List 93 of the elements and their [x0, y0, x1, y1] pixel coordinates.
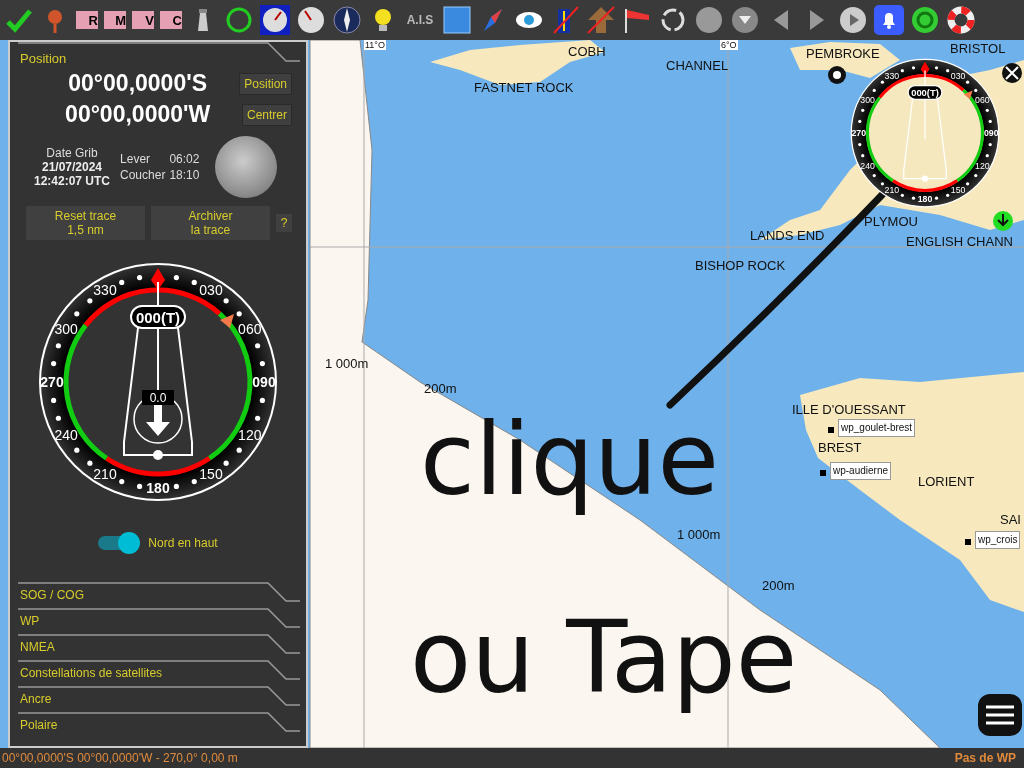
bell-icon[interactable] [874, 5, 904, 35]
handwritten-text: ou Tape [410, 600, 798, 715]
expand-icon[interactable] [1001, 62, 1023, 84]
dial-label: 240 [860, 161, 875, 172]
depth-label: 200m [762, 578, 795, 594]
section-header[interactable]: Position [10, 42, 316, 70]
crossed-out-icon[interactable] [550, 5, 580, 35]
chart-button[interactable]: R [76, 11, 98, 29]
ais-button[interactable]: A.I.S [404, 5, 436, 35]
crosshair-icon[interactable] [826, 64, 848, 86]
heading-readout: 000(T) [135, 309, 181, 326]
latitude-readout: 00°00,0000'S [67, 70, 208, 97]
sphere-icon[interactable] [694, 5, 724, 35]
heading-readout: 000(T) [911, 88, 939, 99]
section-header[interactable]: Ancre [10, 686, 306, 712]
chart-button[interactable]: M [104, 11, 126, 29]
speed-readout: 0.0 [149, 391, 167, 405]
dial-label: 270 [851, 128, 867, 139]
gauge-icon[interactable] [260, 5, 290, 35]
dial-label: 090 [252, 374, 276, 390]
depth-label: 1 000m [677, 527, 721, 543]
help-button[interactable]: ? [276, 214, 292, 232]
moonrise-label: Lever [120, 152, 152, 166]
north-up-label: Nord en haut [148, 536, 218, 550]
center-button[interactable]: Centrer [242, 103, 292, 126]
chart-button[interactable]: C [160, 11, 182, 29]
compass-icon[interactable] [332, 5, 362, 35]
dial-label: 240 [54, 427, 78, 443]
place-label: PEMBROKE [806, 46, 880, 62]
longitude-label: 6°O [720, 40, 738, 50]
section-header[interactable]: WP [10, 608, 306, 634]
section-header[interactable]: Constellations de satellites [10, 660, 306, 686]
down-button-icon[interactable] [730, 5, 760, 35]
dial-label: 300 [860, 95, 875, 105]
status-waypoint: Pas de WP [954, 751, 1016, 765]
moonset-label: Coucher [120, 168, 166, 182]
target-icon[interactable] [910, 5, 940, 35]
menu-icon[interactable] [978, 694, 1022, 736]
depth-label: 1 000m [325, 356, 369, 372]
longitude-readout: 00°00,0000'W [64, 101, 212, 128]
dial-label: 150 [199, 465, 223, 482]
archive-trace-button[interactable]: Archiver la trace [151, 206, 270, 240]
dial-label: 120 [975, 161, 990, 172]
waypoint-marker[interactable] [828, 427, 834, 433]
dial-label: 330 [93, 282, 117, 299]
download-icon[interactable] [992, 210, 1014, 232]
dial-label: 180 [146, 480, 170, 496]
dial-label: 030 [199, 282, 223, 299]
place-label: CHANNEL [666, 58, 729, 74]
dial-label: 030 [950, 70, 966, 81]
place-label: ENGLISH CHANN [906, 234, 1013, 250]
dial-label: 300 [54, 321, 78, 337]
grib-time: 12:42:07 UTC [34, 174, 111, 188]
dial-label: 060 [238, 321, 262, 337]
section-header[interactable]: SOG / COG [10, 582, 306, 608]
up-arrow-icon[interactable] [586, 5, 616, 35]
dial-label: 120 [238, 427, 262, 443]
waypoint-marker[interactable] [820, 470, 826, 476]
place-label: COBH [568, 44, 606, 60]
moonrise-time: 06:02 [169, 152, 200, 166]
lifebuoy-icon[interactable] [946, 5, 976, 35]
dial-label: 330 [884, 70, 900, 81]
moonset-time: 18:10 [169, 168, 200, 182]
place-label: FASTNET ROCK [474, 80, 574, 96]
place-label: SAI [1000, 512, 1021, 528]
waypoint-marker[interactable] [965, 539, 971, 545]
dial-label: 210 [93, 465, 117, 482]
reset-trace-button[interactable]: Reset trace 1,5 nm [26, 206, 145, 240]
place-label: BREST [818, 440, 862, 456]
dial-label: 210 [884, 185, 900, 196]
longitude-label: 11°O [364, 40, 386, 50]
square-icon[interactable] [442, 5, 472, 35]
waypoint-label: wp_goulet-brest [838, 419, 916, 437]
section-header[interactable]: NMEA [10, 634, 306, 660]
ring-icon[interactable] [224, 5, 254, 35]
dial-label: 150 [950, 185, 966, 196]
waypoint-label: wp-audierne [830, 462, 892, 480]
status-position: 00°00,0000'S 00°00,0000'W - 270,0° 0,00 m [2, 751, 238, 765]
place-label: LORIENT [918, 474, 975, 490]
section-header[interactable]: Polaire [10, 712, 306, 738]
gauge-icon[interactable] [296, 5, 326, 35]
position-button[interactable]: Position [239, 72, 292, 95]
grib-date: 21/07/2024 [42, 160, 103, 174]
place-label: BRISTOL [950, 41, 1006, 57]
waypoint-label: wp_crois [975, 531, 1021, 549]
grib-label: Date Grib [46, 146, 98, 160]
chart-button[interactable]: V [132, 11, 154, 29]
play-icon[interactable] [838, 5, 868, 35]
place-label: PLYMOU [864, 214, 918, 230]
place-label: BISHOP ROCK [695, 258, 786, 274]
dial-label: 180 [917, 194, 933, 205]
dial-label: 060 [975, 95, 990, 105]
dial-label: 270 [40, 374, 64, 390]
